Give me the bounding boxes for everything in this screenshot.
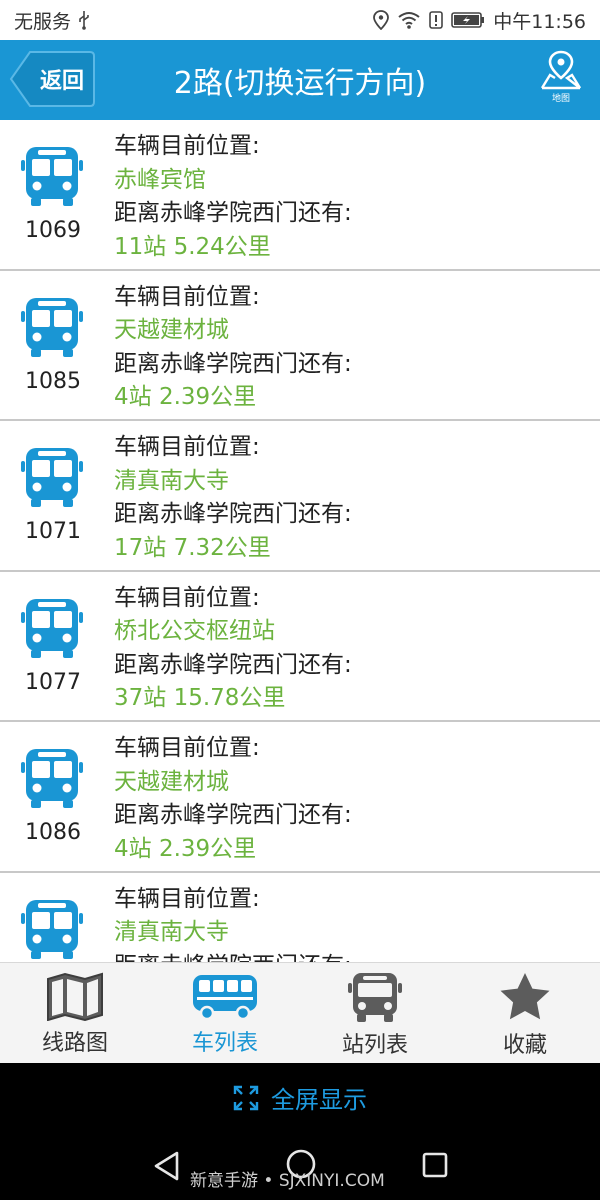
bottom-tab-bar: 线路图 车列表 站列表 收藏 bbox=[0, 962, 600, 1063]
bus-row[interactable]: 1069 车辆目前位置: 赤峰宾馆 距离赤峰学院西门还有: 11站 5.24公里 bbox=[0, 120, 600, 271]
distance-label: 距离赤峰学院西门还有: bbox=[114, 200, 352, 226]
tab-label: 站列表 bbox=[341, 1033, 408, 1058]
current-location: 赤峰宾馆 bbox=[114, 166, 206, 193]
bus-row[interactable]: 1071 车辆目前位置: 清真南大寺 距离赤峰学院西门还有: 17站 7.32公… bbox=[0, 421, 600, 572]
carrier-text: 无服务 bbox=[14, 10, 72, 33]
bus-icon bbox=[21, 899, 83, 959]
bus-icon bbox=[21, 147, 83, 206]
system-nav-bar: 新意手游 • SJXINYI.COM bbox=[0, 1132, 600, 1200]
bus-row[interactable]: 1086 车辆目前位置: 天越建材城 距离赤峰学院西门还有: 4站 2.39公里 bbox=[0, 722, 600, 873]
distance-label: 距离赤峰学院西门还有: bbox=[114, 651, 352, 678]
bus-number: 1077 bbox=[25, 669, 81, 695]
map-icon bbox=[47, 972, 103, 1021]
distance-label: 距离赤峰学院西门还有: bbox=[114, 501, 352, 527]
map-button[interactable]: 地图 bbox=[536, 50, 586, 110]
bus-number: 1085 bbox=[25, 368, 81, 394]
tab-station-list[interactable]: 站列表 bbox=[300, 963, 450, 1063]
distance-label: 距离赤峰学院西门还有: bbox=[114, 802, 352, 828]
status-bar: 无服务 中午11:56 bbox=[0, 0, 600, 40]
page-title[interactable]: 2路(切换运行方向) bbox=[110, 40, 490, 120]
distance-value: 11站 5.24公里 bbox=[114, 233, 271, 260]
position-label: 车辆目前位置: bbox=[114, 133, 260, 159]
current-location: 天越建材城 bbox=[114, 768, 229, 795]
alert-icon bbox=[429, 10, 444, 30]
distance-label: 距离赤峰学院西门还有: bbox=[114, 950, 352, 963]
position-label: 车辆目前位置: bbox=[114, 434, 260, 460]
tab-label: 收藏 bbox=[502, 1033, 547, 1058]
watermark-text: 新意手游 • SJXINYI.COM bbox=[190, 1171, 385, 1191]
bus-icon bbox=[21, 448, 83, 507]
tab-label: 车列表 bbox=[191, 1031, 258, 1056]
star-icon bbox=[500, 973, 550, 1020]
position-label: 车辆目前位置: bbox=[114, 735, 260, 761]
bus-front-icon bbox=[348, 973, 402, 1022]
current-location: 清真南大寺 bbox=[114, 919, 229, 945]
tab-bus-list[interactable]: 车列表 bbox=[150, 963, 300, 1063]
distance-value: 37站 15.78公里 bbox=[114, 685, 286, 711]
nav-recent-icon[interactable] bbox=[422, 1152, 448, 1178]
bus-row[interactable]: 1077 车辆目前位置: 桥北公交枢纽站 距离赤峰学院西门还有: 37站 15.… bbox=[0, 572, 600, 722]
back-button[interactable]: 返回 bbox=[8, 50, 96, 108]
current-location: 桥北公交枢纽站 bbox=[114, 618, 275, 644]
position-label: 车辆目前位置: bbox=[114, 283, 260, 310]
tab-label: 线路图 bbox=[41, 1031, 108, 1056]
bus-list: 1069 车辆目前位置: 赤峰宾馆 距离赤峰学院西门还有: 11站 5.24公里… bbox=[0, 120, 600, 962]
app-header: 返回 2路(切换运行方向) 地图 bbox=[0, 40, 600, 120]
location-icon bbox=[373, 10, 390, 30]
wifi-icon bbox=[397, 10, 421, 30]
bus-icon bbox=[21, 749, 83, 808]
distance-label: 距离赤峰学院西门还有: bbox=[114, 350, 352, 377]
distance-value: 17站 7.32公里 bbox=[114, 534, 271, 561]
position-label: 车辆目前位置: bbox=[114, 584, 260, 611]
clock-text: 中午11:56 bbox=[493, 10, 586, 33]
fullscreen-label: 全屏显示 bbox=[271, 1086, 367, 1114]
bus-row[interactable]: 车辆目前位置: 清真南大寺 距离赤峰学院西门还有: bbox=[0, 873, 600, 963]
position-label: 车辆目前位置: bbox=[114, 885, 260, 912]
bus-icon bbox=[193, 975, 257, 1021]
map-pin-icon bbox=[540, 50, 582, 90]
usb-icon bbox=[77, 10, 91, 30]
tab-favorites[interactable]: 收藏 bbox=[450, 963, 600, 1063]
map-button-label: 地图 bbox=[551, 94, 570, 104]
tab-route-map[interactable]: 线路图 bbox=[0, 963, 150, 1063]
battery-icon bbox=[451, 11, 485, 29]
bus-icon bbox=[21, 297, 83, 357]
bus-number: 1086 bbox=[25, 820, 81, 845]
bus-row[interactable]: 1085 车辆目前位置: 天越建材城 距离赤峰学院西门还有: 4站 2.39公里 bbox=[0, 271, 600, 421]
nav-back-icon[interactable] bbox=[152, 1150, 182, 1182]
back-button-label: 返回 bbox=[39, 69, 84, 94]
distance-value: 4站 2.39公里 bbox=[114, 835, 257, 862]
fullscreen-button[interactable]: 全屏显示 bbox=[0, 1063, 600, 1132]
bus-number: 1069 bbox=[25, 218, 81, 243]
current-location: 清真南大寺 bbox=[114, 467, 229, 494]
current-location: 天越建材城 bbox=[114, 317, 229, 343]
bus-number: 1071 bbox=[25, 519, 81, 544]
distance-value: 4站 2.39公里 bbox=[114, 384, 257, 410]
expand-icon bbox=[233, 1085, 259, 1110]
bus-icon bbox=[21, 598, 83, 658]
